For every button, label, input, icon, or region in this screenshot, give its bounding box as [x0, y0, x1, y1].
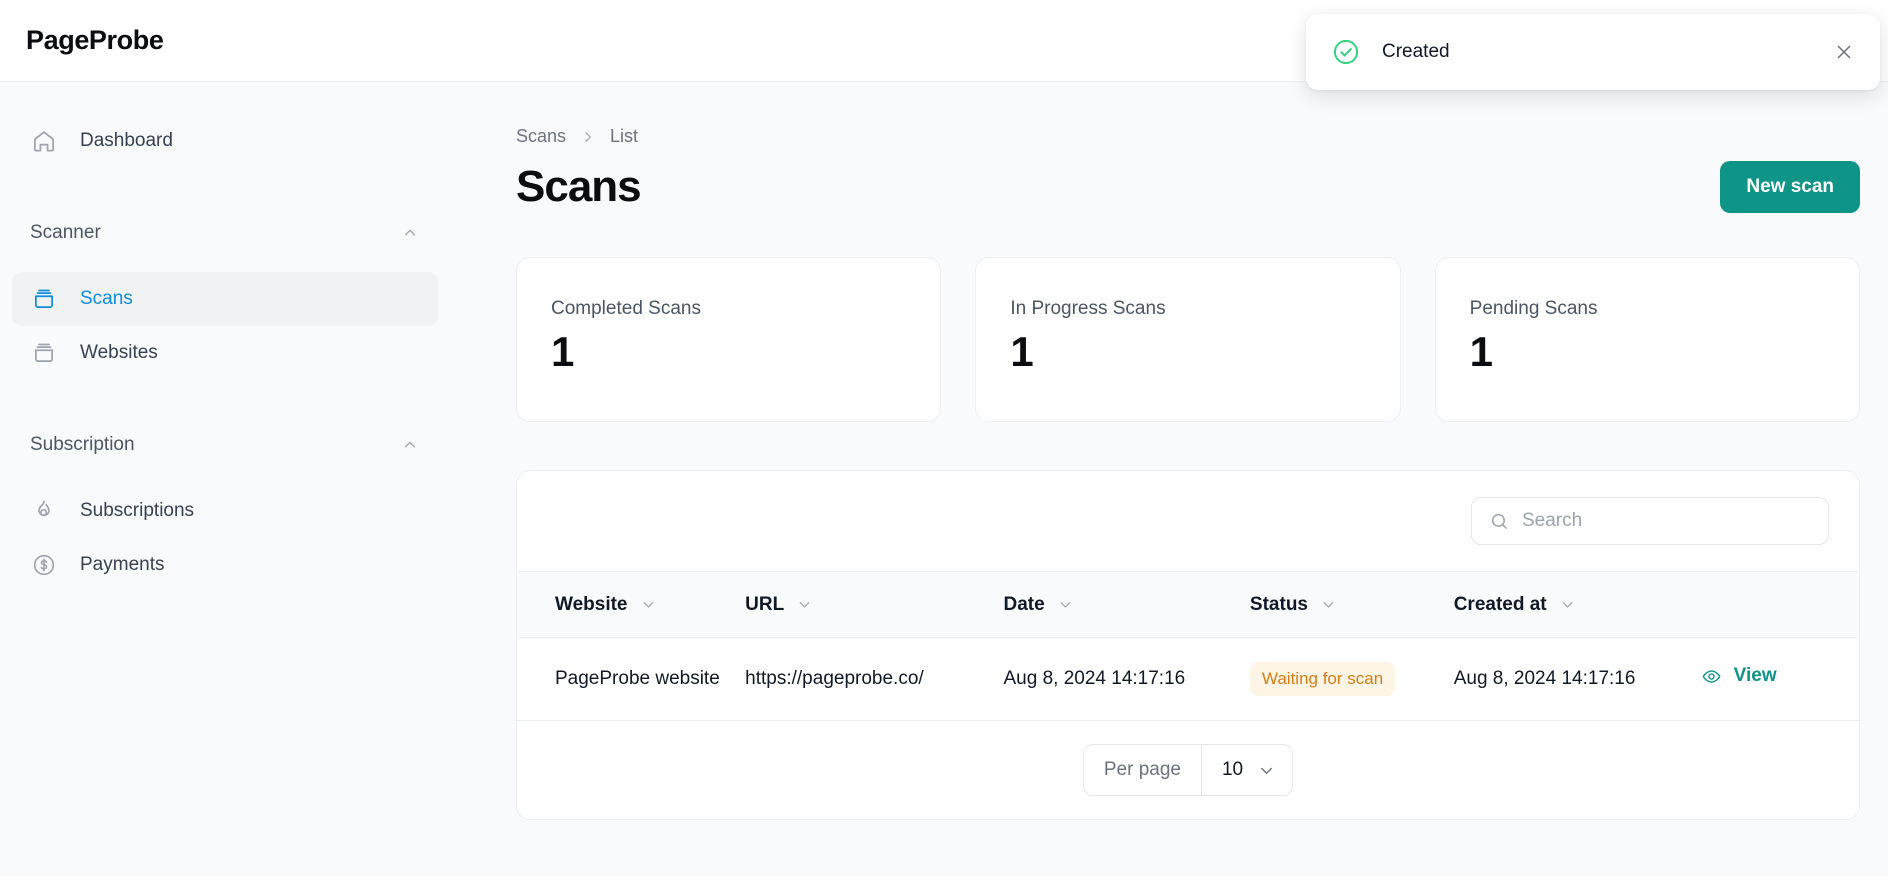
column-header-url[interactable]: URL [745, 572, 1003, 638]
cell-url: https://pageprobe.co/ [745, 637, 1004, 721]
scans-table-card: Website URL [516, 470, 1860, 820]
sidebar-item-label: Subscriptions [80, 500, 195, 521]
per-page-label: Per page [1084, 745, 1202, 795]
chevron-up-icon [400, 435, 420, 455]
view-button[interactable]: View [1701, 665, 1777, 687]
sidebar-item-payments[interactable]: Payments [12, 538, 438, 592]
chevron-right-icon [580, 129, 596, 145]
page-title-row: Scans New scan [516, 161, 1860, 213]
sidebar-item-subscriptions[interactable]: Subscriptions [12, 484, 438, 538]
sidebar-item-scans[interactable]: Scans [12, 272, 438, 326]
toast-message: Created [1382, 41, 1450, 62]
stat-label: Pending Scans [1469, 298, 1598, 319]
sidebar-item-label: Payments [80, 554, 165, 575]
flame-icon [30, 497, 58, 525]
sidebar-item-label: Dashboard [80, 130, 173, 151]
table-toolbar [517, 471, 1859, 571]
search-box[interactable] [1471, 497, 1829, 545]
cell-date: Aug 8, 2024 14:17:16 [1003, 637, 1250, 721]
table-body: PageProbe website https://pageprobe.co/ … [517, 637, 1859, 721]
cell-status: Waiting for scan [1249, 637, 1454, 721]
column-header-label: Status [1249, 593, 1308, 615]
breadcrumb-current[interactable]: List [610, 126, 638, 147]
stat-value: 1 [1010, 328, 1033, 375]
sidebar-item-label: Scans [80, 288, 133, 309]
stats-row: Completed Scans 1 In Progress Scans 1 Pe… [516, 257, 1860, 422]
status-badge: Waiting for scan [1249, 662, 1396, 696]
chevron-down-icon [1559, 596, 1576, 613]
cell-actions: View [1700, 637, 1859, 721]
chevron-down-icon [796, 596, 813, 613]
sidebar-item-dashboard[interactable]: Dashboard [12, 114, 438, 168]
app-logo[interactable]: PageProbe [26, 25, 164, 56]
column-header-label: Created at [1453, 593, 1547, 615]
close-icon[interactable] [1830, 38, 1858, 66]
chevron-down-icon [1257, 761, 1276, 780]
sidebar-group-label: Scanner [30, 222, 101, 243]
sidebar-group-scanner[interactable]: Scanner [12, 210, 438, 256]
view-label: View [1733, 665, 1777, 687]
new-scan-button[interactable]: New scan [1720, 161, 1860, 213]
column-header-actions [1701, 572, 1859, 638]
chevron-up-icon [400, 223, 420, 243]
stat-card-completed-scans: Completed Scans 1 [516, 257, 942, 422]
per-page-control: Per page 10 [1082, 744, 1294, 796]
cell-website: PageProbe website [517, 637, 746, 721]
chevron-down-icon [1320, 596, 1337, 613]
check-circle-icon [1332, 38, 1360, 66]
table-footer: Per page 10 [517, 721, 1859, 819]
stat-value: 1 [551, 328, 574, 375]
column-header-created-at[interactable]: Created at [1454, 572, 1701, 638]
column-header-date[interactable]: Date [1004, 572, 1250, 638]
scans-icon [30, 285, 58, 313]
toast-notification: Created [1306, 14, 1880, 90]
page-title: Scans [516, 162, 642, 211]
sidebar-group-label: Subscription [30, 434, 135, 455]
stat-label: Completed Scans [551, 298, 701, 319]
column-header-label: Date [1003, 593, 1045, 615]
table-head: Website URL Date Status Created at [517, 571, 1859, 638]
search-input[interactable] [1522, 510, 1812, 532]
scans-table: Website URL Date Status Created at PageP… [517, 571, 1859, 721]
sidebar-group-subscription[interactable]: Subscription [12, 422, 438, 468]
breadcrumb: Scans List [516, 126, 1888, 147]
sidebar-navigation: Dashboard Scanner Scans Websites Subscri… [0, 82, 500, 876]
main-content: Scans List Scans New scan Completed Scan… [500, 82, 1888, 876]
dollar-circle-icon [30, 551, 58, 579]
per-page-value: 10 [1221, 759, 1244, 780]
per-page-select[interactable]: 10 [1202, 745, 1292, 795]
chevron-down-icon [640, 596, 657, 613]
eye-icon [1701, 665, 1723, 687]
stat-label: In Progress Scans [1010, 298, 1166, 319]
chevron-down-icon [1057, 596, 1074, 613]
websites-icon [30, 339, 58, 367]
table-header-row: Website URL Date Status Created at [517, 571, 1859, 638]
stat-card-in-progress-scans: In Progress Scans 1 [975, 257, 1401, 422]
column-header-label: Website [555, 593, 628, 615]
stat-value: 1 [1469, 328, 1493, 375]
cell-created-at: Aug 8, 2024 14:17:16 [1453, 637, 1701, 721]
table-row[interactable]: PageProbe website https://pageprobe.co/ … [517, 637, 1859, 721]
column-header-website[interactable]: Website [517, 572, 745, 638]
stat-card-pending-scans: Pending Scans 1 [1434, 257, 1860, 422]
column-header-status[interactable]: Status [1250, 572, 1454, 638]
column-header-label: URL [745, 593, 785, 615]
search-icon [1488, 510, 1510, 532]
home-icon [30, 127, 58, 155]
sidebar-item-websites[interactable]: Websites [12, 326, 438, 380]
sidebar-item-label: Websites [80, 342, 158, 363]
breadcrumb-parent[interactable]: Scans [516, 126, 566, 147]
